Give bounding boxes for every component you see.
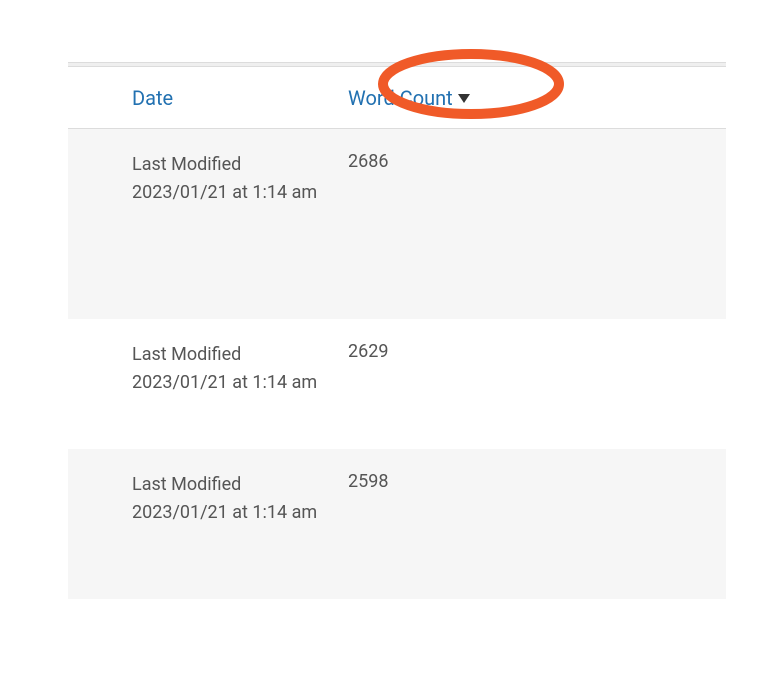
sort-desc-icon xyxy=(457,92,471,104)
cell-wordcount: 2686 xyxy=(348,151,628,297)
modified-label: Last Modified xyxy=(132,471,348,499)
table-row: Last Modified 2023/01/21 at 1:14 am 2686 xyxy=(68,129,726,319)
cell-date: Last Modified 2023/01/21 at 1:14 am xyxy=(68,341,348,427)
column-header-wordcount[interactable]: Word Count xyxy=(348,86,471,110)
cell-date: Last Modified 2023/01/21 at 1:14 am xyxy=(68,151,348,297)
modified-label: Last Modified xyxy=(132,151,348,179)
table-row: Last Modified 2023/01/21 at 1:14 am 2629 xyxy=(68,319,726,449)
modified-value: 2023/01/21 at 1:14 am xyxy=(132,369,348,397)
cell-wordcount: 2598 xyxy=(348,471,628,577)
modified-value: 2023/01/21 at 1:14 am xyxy=(132,179,348,207)
modified-label: Last Modified xyxy=(132,341,348,369)
cell-date: Last Modified 2023/01/21 at 1:14 am xyxy=(68,471,348,577)
table-header-row: Date Word Count xyxy=(68,67,726,129)
table-container: Date Word Count Last Modified 2023/01/21… xyxy=(68,62,726,599)
wordcount-value: 2629 xyxy=(348,341,628,362)
table-row: Last Modified 2023/01/21 at 1:14 am 2598 xyxy=(68,449,726,599)
cell-wordcount: 2629 xyxy=(348,341,628,427)
column-header-wordcount-label: Word Count xyxy=(348,86,453,110)
column-header-date[interactable]: Date xyxy=(132,86,173,110)
wordcount-value: 2686 xyxy=(348,151,628,172)
modified-value: 2023/01/21 at 1:14 am xyxy=(132,499,348,527)
wordcount-value: 2598 xyxy=(348,471,628,492)
